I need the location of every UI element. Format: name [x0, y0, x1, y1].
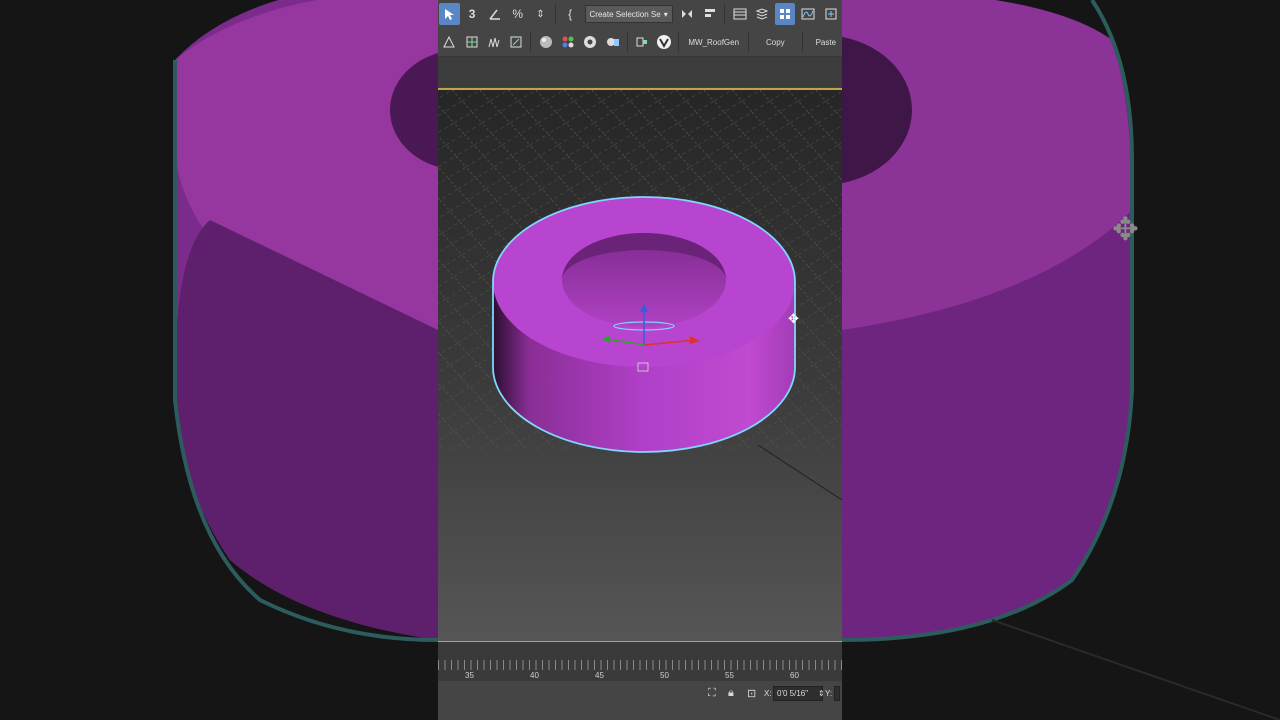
lock-icon[interactable]: 🔒︎: [728, 687, 734, 700]
selection-set-label: Create Selection Se: [589, 9, 661, 19]
curve-editor-icon[interactable]: [797, 3, 818, 25]
move-cursor-icon: ✥: [1112, 211, 1139, 247]
ribbon-toggle-icon[interactable]: [774, 3, 796, 25]
tick-label: 55: [725, 671, 734, 680]
status-bar: ⛶ 🔒︎ ⊡ X: 0'0 5/16" ⇕ Y:: [438, 681, 842, 720]
percent-snap-icon[interactable]: %: [507, 3, 528, 25]
ribbon-area: [438, 57, 842, 87]
toolbar-separator: [626, 32, 628, 52]
zoom-extents-icon[interactable]: ⛶: [708, 687, 716, 700]
zoomed-torus-left: [0, 0, 438, 720]
align-icon[interactable]: [699, 3, 720, 25]
toolbar-separator: [530, 32, 532, 52]
render-icon[interactable]: [602, 31, 622, 53]
scene-explorer-icon[interactable]: [729, 3, 750, 25]
material-editor-icon[interactable]: [535, 31, 555, 53]
layer-explorer-icon[interactable]: [752, 3, 773, 25]
timeline-ticks: [438, 660, 842, 670]
toolbar-separator: [678, 32, 680, 52]
main-toolbar: 3 % ⇕ { Create Selection Se ▾: [438, 0, 842, 28]
viewport-scene: [438, 90, 842, 501]
paste-button[interactable]: Paste: [806, 38, 842, 47]
spinner-snap-icon[interactable]: ⇕: [530, 3, 551, 25]
select-icon[interactable]: [439, 3, 460, 25]
toolbar-separator: [801, 32, 803, 52]
chevron-down-icon: ▾: [663, 9, 668, 19]
toolbar-separator: [724, 4, 726, 24]
y-coord-label: Y:: [825, 689, 833, 698]
tick-label: 45: [595, 671, 604, 680]
y-coord-field[interactable]: [834, 686, 840, 701]
vray-icon[interactable]: [654, 31, 674, 53]
grid-line: [757, 444, 842, 501]
timeline[interactable]: 35 40 45 50 55 60: [438, 641, 842, 682]
background-zoom-right: ✥: [842, 0, 1280, 720]
zoomed-torus-right: [842, 0, 1280, 720]
tick-label: 40: [530, 671, 539, 680]
tick-label: 35: [465, 671, 474, 680]
absolute-mode-icon[interactable]: ⊡: [747, 687, 756, 700]
selection-set-dropdown[interactable]: Create Selection Se ▾: [584, 5, 673, 23]
background-zoom-left: [0, 0, 438, 720]
tick-label: 50: [660, 671, 669, 680]
copy-button[interactable]: Copy: [752, 38, 799, 47]
3dsmax-window: 3 % ⇕ { Create Selection Se ▾ MW_RoofGen…: [438, 0, 842, 720]
render-frame-icon[interactable]: [580, 31, 600, 53]
hierarchy-icon[interactable]: [439, 31, 459, 53]
secondary-toolbar: MW_RoofGen Copy Paste: [438, 28, 842, 57]
x-coord-label: X:: [764, 689, 772, 698]
grass-icon[interactable]: [484, 31, 504, 53]
snap-3d-icon[interactable]: 3: [462, 3, 483, 25]
mirror-icon[interactable]: [677, 3, 698, 25]
railclone-icon[interactable]: [506, 31, 526, 53]
toolbar-separator: [748, 32, 749, 52]
move-cursor-icon: ✥: [788, 311, 799, 326]
tool-icon[interactable]: [632, 31, 652, 53]
angle-snap-icon[interactable]: [485, 3, 506, 25]
tick-label: 60: [790, 671, 799, 680]
roofgen-button[interactable]: MW_RoofGen: [682, 38, 745, 47]
schematic-icon[interactable]: [820, 3, 841, 25]
toolbar-separator: [554, 4, 556, 24]
spinner-icon[interactable]: ⇕: [818, 689, 825, 698]
render-setup-icon[interactable]: [558, 31, 578, 53]
named-selection-icon[interactable]: {: [560, 3, 581, 25]
scatter-icon[interactable]: [461, 31, 481, 53]
x-coord-field[interactable]: 0'0 5/16": [773, 686, 823, 701]
perspective-viewport[interactable]: ✥: [438, 88, 842, 642]
